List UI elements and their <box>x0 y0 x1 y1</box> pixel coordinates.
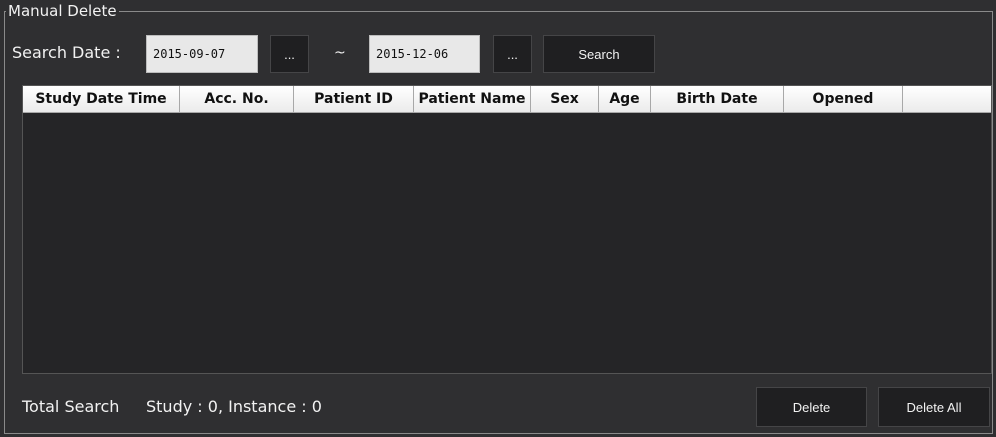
group-title: Manual Delete <box>6 2 119 20</box>
search-button[interactable]: Search <box>543 35 655 73</box>
delete-button[interactable]: Delete <box>756 387 867 427</box>
from-date-input[interactable] <box>146 35 258 73</box>
total-search-label: Total Search <box>22 397 120 416</box>
column-header-filler <box>903 86 991 112</box>
to-date-input[interactable] <box>369 35 480 73</box>
to-date-picker-button[interactable]: ... <box>493 35 532 73</box>
search-summary: Study : 0, Instance : 0 <box>146 397 322 416</box>
column-header-opened[interactable]: Opened <box>784 86 903 112</box>
column-header-acc-no[interactable]: Acc. No. <box>180 86 294 112</box>
search-date-label: Search Date : <box>12 43 121 62</box>
delete-all-button[interactable]: Delete All <box>878 387 990 427</box>
column-header-birth-date[interactable]: Birth Date <box>651 86 784 112</box>
column-header-sex[interactable]: Sex <box>531 86 599 112</box>
from-date-picker-button[interactable]: ... <box>270 35 309 73</box>
column-header-age[interactable]: Age <box>599 86 651 112</box>
study-grid[interactable]: Study Date Time Acc. No. Patient ID Pati… <box>22 85 992 374</box>
date-range-separator: ~ <box>334 45 346 61</box>
grid-body[interactable] <box>23 113 991 373</box>
column-header-study-date-time[interactable]: Study Date Time <box>23 86 180 112</box>
column-header-patient-name[interactable]: Patient Name <box>414 86 531 112</box>
manual-delete-panel: Manual Delete Search Date : ... ~ ... Se… <box>0 0 996 437</box>
column-header-patient-id[interactable]: Patient ID <box>294 86 414 112</box>
grid-header: Study Date Time Acc. No. Patient ID Pati… <box>23 86 991 113</box>
